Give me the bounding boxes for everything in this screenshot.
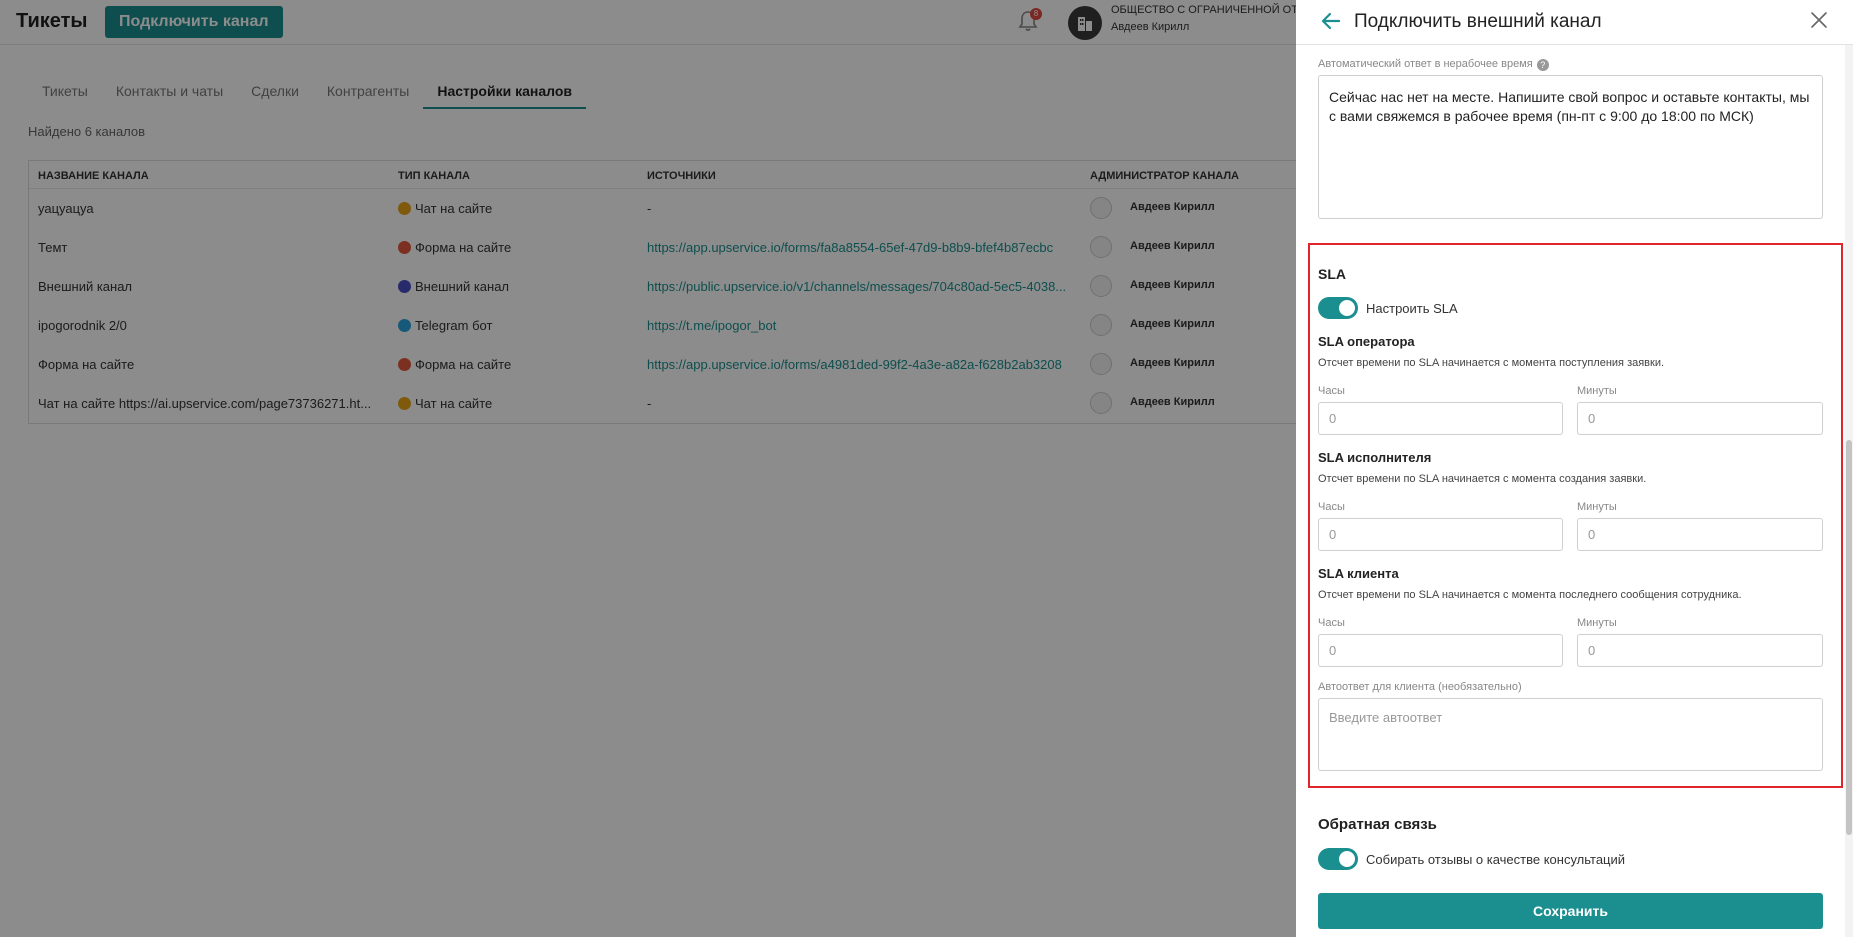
feedback-section-title: Обратная связь bbox=[1318, 816, 1437, 833]
sla-operator-hours-input[interactable]: 0 bbox=[1318, 402, 1563, 435]
sla-client-minutes-input[interactable]: 0 bbox=[1577, 634, 1823, 667]
back-arrow-icon[interactable] bbox=[1320, 10, 1342, 32]
scroll-thumb[interactable] bbox=[1846, 440, 1852, 835]
sla-executor-minutes-label: Минуты bbox=[1577, 501, 1617, 513]
offhours-textarea[interactable]: Сейчас нас нет на месте. Напишите свой в… bbox=[1318, 75, 1823, 219]
autoreply-textarea[interactable]: Введите автоответ bbox=[1318, 698, 1823, 771]
sla-toggle-label: Настроить SLA bbox=[1366, 301, 1458, 316]
connect-external-channel-drawer: Подключить внешний канал Автоматический … bbox=[1296, 0, 1853, 937]
save-button[interactable]: Сохранить bbox=[1318, 893, 1823, 929]
feedback-toggle-label: Собирать отзывы о качестве консультаций bbox=[1366, 852, 1626, 867]
sla-executor-hours-input[interactable]: 0 bbox=[1318, 518, 1563, 551]
sla-section-title: SLA bbox=[1318, 266, 1346, 282]
sla-client-minutes-label: Минуты bbox=[1577, 617, 1617, 629]
sla-executor-desc: Отсчет времени по SLA начинается с момен… bbox=[1318, 473, 1647, 485]
sla-operator-title: SLA оператора bbox=[1318, 334, 1415, 349]
sla-executor-hours-label: Часы bbox=[1318, 501, 1345, 513]
drawer-title: Подключить внешний канал bbox=[1354, 11, 1602, 32]
sla-operator-hours-label: Часы bbox=[1318, 385, 1345, 397]
sla-toggle[interactable] bbox=[1318, 297, 1358, 319]
offhours-label: Автоматический ответ в нерабочее время? bbox=[1318, 58, 1549, 71]
sla-client-hours-label: Часы bbox=[1318, 617, 1345, 629]
feedback-toggle[interactable] bbox=[1318, 848, 1358, 870]
help-icon[interactable]: ? bbox=[1536, 59, 1549, 71]
close-icon[interactable] bbox=[1809, 10, 1829, 30]
drawer-scrollbar[interactable] bbox=[1845, 45, 1853, 937]
sla-executor-minutes-input[interactable]: 0 bbox=[1577, 518, 1823, 551]
drawer-header: Подключить внешний канал bbox=[1296, 0, 1853, 45]
sla-operator-minutes-label: Минуты bbox=[1577, 385, 1617, 397]
sla-client-hours-input[interactable]: 0 bbox=[1318, 634, 1563, 667]
sla-client-desc: Отсчет времени по SLA начинается с момен… bbox=[1318, 589, 1742, 601]
autoreply-label: Автоответ для клиента (необязательно) bbox=[1318, 681, 1522, 693]
sla-client-title: SLA клиента bbox=[1318, 566, 1399, 581]
sla-executor-title: SLA исполнителя bbox=[1318, 450, 1432, 465]
sla-operator-minutes-input[interactable]: 0 bbox=[1577, 402, 1823, 435]
sla-operator-desc: Отсчет времени по SLA начинается с момен… bbox=[1318, 357, 1665, 369]
